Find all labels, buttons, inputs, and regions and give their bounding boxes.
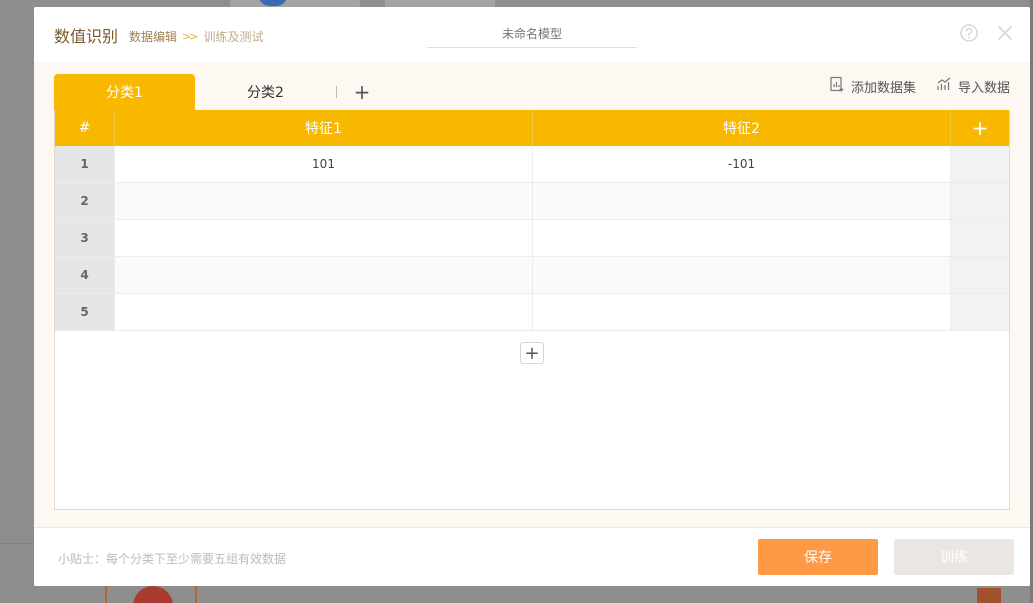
tab-category-2[interactable]: 分类2 [195, 74, 336, 110]
table-row: 2 [55, 183, 1009, 220]
table-cell-feature-2[interactable] [533, 183, 951, 219]
table-cell-spacer [951, 146, 1009, 182]
table-cell-feature-1[interactable] [115, 183, 533, 219]
row-index: 5 [55, 294, 115, 330]
add-dataset-button[interactable]: 添加数据集 [829, 76, 916, 96]
data-table: # 特征1 特征2 + 1 101 -101 2 3 4 5 + [54, 110, 1010, 510]
breadcrumb-data-edit[interactable]: 数据编辑 [129, 28, 177, 45]
add-category-button[interactable]: + [347, 74, 377, 110]
row-index: 1 [55, 146, 115, 182]
add-row-button[interactable]: + [520, 342, 544, 364]
train-button[interactable]: 训练 [894, 539, 1014, 575]
table-cell-feature-2[interactable] [533, 220, 951, 256]
row-index: 3 [55, 220, 115, 256]
dialog-header: 数值识别 数据编辑 >> 训练及测试 [34, 7, 1030, 62]
table-row: 4 [55, 257, 1009, 294]
column-header-feature-1[interactable]: 特征1 [115, 110, 533, 146]
import-data-button[interactable]: 导入数据 [936, 76, 1010, 96]
category-tabs: 分类1 分类2 + [54, 74, 377, 110]
table-cell-feature-2[interactable] [533, 257, 951, 293]
breadcrumb-separator: >> [182, 30, 199, 43]
close-icon[interactable] [995, 23, 1015, 43]
column-header-index: # [55, 110, 115, 146]
add-dataset-icon [829, 76, 845, 96]
table-cell-spacer [951, 294, 1009, 330]
dialog-content: 分类1 分类2 + 添加数据集 导入数据 # 特征1 特征2 + 1 101 -… [34, 62, 1030, 527]
table-cell-spacer [951, 183, 1009, 219]
table-cell-feature-1[interactable] [115, 220, 533, 256]
breadcrumb-train-test[interactable]: 训练及测试 [203, 28, 263, 45]
model-name-input[interactable] [427, 21, 637, 48]
dialog-footer: 小贴士：每个分类下至少需要五组有效数据 保存 训练 [34, 527, 1030, 586]
table-cell-spacer [951, 220, 1009, 256]
row-index: 2 [55, 183, 115, 219]
breadcrumb: 数据编辑 >> 训练及测试 [129, 28, 263, 45]
import-data-label: 导入数据 [957, 80, 1010, 96]
dialog-title: 数值识别 [54, 27, 119, 46]
help-icon[interactable] [959, 23, 979, 43]
background-divider [0, 543, 34, 544]
background-block [977, 588, 1001, 603]
add-dataset-label: 添加数据集 [850, 80, 916, 96]
tab-category-1[interactable]: 分类1 [54, 74, 195, 110]
table-cell-feature-1[interactable] [115, 257, 533, 293]
table-row: 3 [55, 220, 1009, 257]
column-header-feature-2[interactable]: 特征2 [533, 110, 951, 146]
table-row: 5 [55, 294, 1009, 331]
table-body: 1 101 -101 2 3 4 5 [55, 146, 1009, 331]
add-column-button[interactable]: + [951, 110, 1009, 146]
row-index: 4 [55, 257, 115, 293]
import-data-icon [936, 76, 952, 96]
table-cell-feature-1[interactable] [115, 294, 533, 330]
table-cell-spacer [951, 257, 1009, 293]
table-cell-feature-1[interactable]: 101 [115, 146, 533, 182]
table-row: 1 101 -101 [55, 146, 1009, 183]
table-cell-feature-2[interactable]: -101 [533, 146, 951, 182]
table-header: # 特征1 特征2 + [55, 110, 1009, 146]
save-button[interactable]: 保存 [758, 539, 878, 575]
tip-text: 小贴士：每个分类下至少需要五组有效数据 [58, 552, 287, 566]
table-cell-feature-2[interactable] [533, 294, 951, 330]
numeric-recognition-dialog: 数值识别 数据编辑 >> 训练及测试 分类1 分类2 + [34, 7, 1030, 586]
tab-divider [336, 86, 337, 98]
data-toolbar: 添加数据集 导入数据 [829, 76, 1010, 96]
